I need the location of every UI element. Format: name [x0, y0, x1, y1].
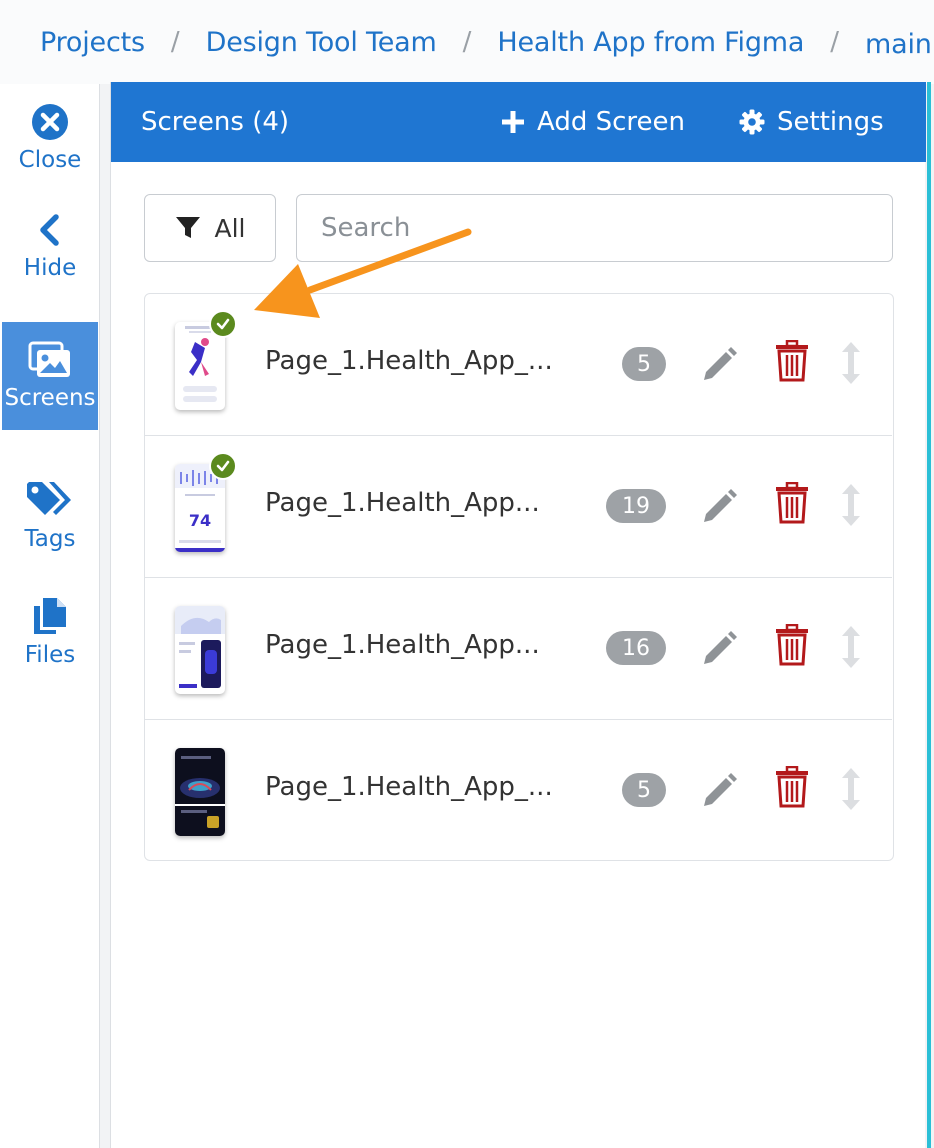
element-count-badge: 16: [606, 631, 666, 665]
nav-screens-label: Screens: [4, 385, 96, 411]
settings-button[interactable]: Settings: [739, 107, 884, 137]
svg-text:74: 74: [189, 511, 211, 530]
screen-thumbnail[interactable]: [175, 748, 225, 836]
pencil-icon[interactable]: [700, 628, 740, 668]
breadcrumb-project[interactable]: Health App from Figma: [497, 27, 804, 58]
screen-name[interactable]: Page_1.Health_App_...: [265, 346, 553, 376]
filter-icon: [175, 217, 200, 238]
panel-title: Screens (4): [141, 107, 290, 137]
nav-tags-label: Tags: [24, 526, 76, 552]
element-count-badge: 19: [606, 489, 666, 523]
synced-check-icon: [209, 452, 237, 480]
screen-name[interactable]: Page_1.Health_App...: [265, 630, 540, 660]
breadcrumb: Projects / Design Tool Team / Health App…: [0, 0, 934, 84]
breadcrumb-separator: /: [170, 27, 180, 57]
tags-icon: [27, 482, 71, 515]
screen-name[interactable]: Page_1.Health_App...: [265, 488, 540, 518]
trash-icon[interactable]: [775, 482, 809, 524]
nav-hide[interactable]: Hide: [2, 192, 98, 300]
synced-check-icon: [209, 310, 237, 338]
screen-row[interactable]: Page_1.Health_App_... 5: [145, 720, 892, 862]
breadcrumb-projects[interactable]: Projects: [40, 27, 145, 58]
add-screen-label: Add Screen: [537, 107, 685, 137]
trash-icon[interactable]: [775, 766, 809, 808]
screen-name[interactable]: Page_1.Health_App_...: [265, 772, 553, 802]
breadcrumb-separator: /: [830, 27, 839, 57]
app-page: Projects / Design Tool Team / Health App…: [0, 0, 934, 1148]
screen-thumbnail[interactable]: [175, 606, 225, 694]
chevron-left-icon: [40, 214, 59, 246]
images-icon: [28, 341, 70, 377]
settings-label: Settings: [777, 107, 884, 137]
files-icon: [34, 598, 66, 634]
close-circle-icon: [32, 104, 68, 140]
nav-files-label: Files: [24, 642, 76, 668]
pencil-icon[interactable]: [700, 344, 740, 384]
breadcrumb-branch[interactable]: main: [865, 29, 932, 60]
nav-close[interactable]: Close: [2, 84, 98, 192]
screens-panel: Screens (4) Add Screen Settings All Sear…: [110, 82, 926, 1148]
nav-hide-label: Hide: [23, 255, 77, 281]
nav-close-label: Close: [18, 147, 82, 173]
panel-header: Screens (4) Add Screen Settings: [111, 82, 926, 162]
screen-row[interactable]: 74 Page_1.Health_App... 19: [145, 436, 892, 578]
screen-list: Page_1.Health_App_... 5 74 Page_1.Health…: [144, 293, 894, 861]
drag-handle-icon[interactable]: [840, 624, 862, 670]
plus-icon: [502, 111, 524, 133]
breadcrumb-separator: /: [462, 27, 472, 57]
side-navigation: Close Hide Screens Tags Files: [0, 84, 100, 1148]
right-accent-border: [927, 82, 931, 1148]
element-count-badge: 5: [622, 773, 666, 807]
screen-row[interactable]: Page_1.Health_App... 16: [145, 578, 892, 720]
drag-handle-icon[interactable]: [840, 340, 862, 386]
nav-files[interactable]: Files: [2, 578, 98, 686]
nav-screens[interactable]: Screens: [2, 322, 98, 430]
gear-icon: [739, 109, 765, 135]
add-screen-button[interactable]: Add Screen: [501, 107, 685, 137]
trash-icon[interactable]: [775, 340, 809, 382]
drag-handle-icon[interactable]: [840, 766, 862, 812]
trash-icon[interactable]: [775, 624, 809, 666]
element-count-badge: 5: [622, 347, 666, 381]
pencil-icon[interactable]: [700, 770, 740, 810]
pencil-icon[interactable]: [700, 486, 740, 526]
nav-tags[interactable]: Tags: [2, 462, 98, 570]
breadcrumb-team[interactable]: Design Tool Team: [206, 27, 437, 58]
annotation-arrow-icon: [254, 228, 472, 318]
drag-handle-icon[interactable]: [840, 482, 862, 528]
